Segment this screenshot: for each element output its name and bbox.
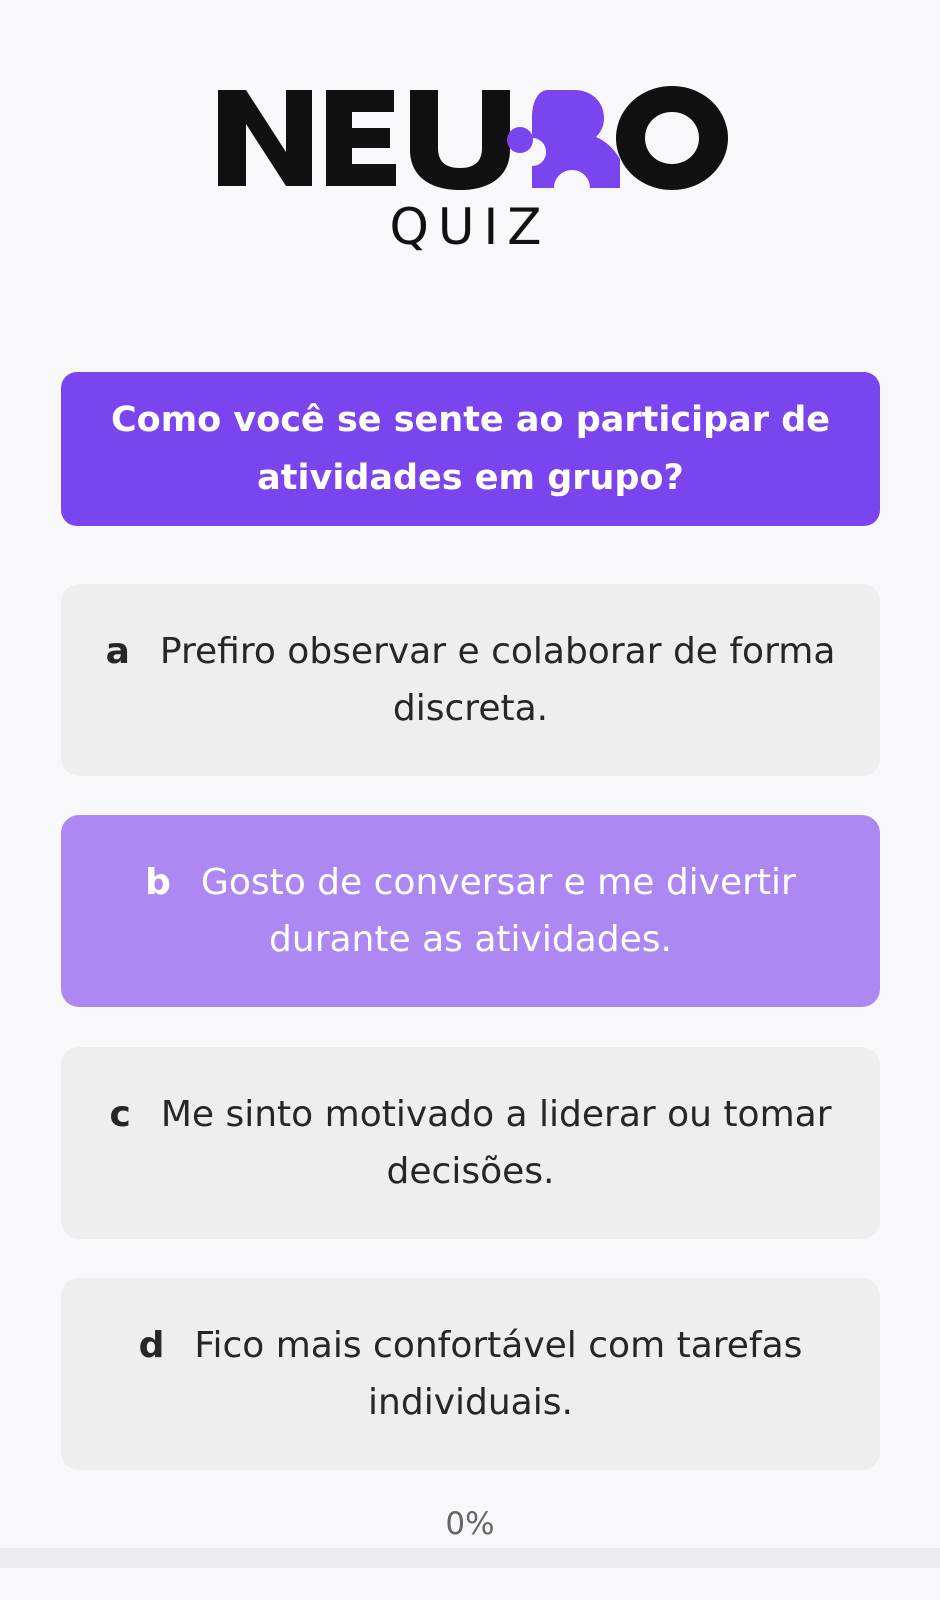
option-letter: c bbox=[109, 1094, 131, 1135]
logo-subtitle: QUIZ bbox=[389, 198, 551, 256]
option-text: Fico mais confortável com tarefas indivi… bbox=[194, 1325, 803, 1423]
option-a-button[interactable]: a Prefiro observar e colaborar de forma d… bbox=[61, 584, 880, 776]
option-letter: b bbox=[145, 862, 171, 903]
puzzle-piece-icon bbox=[507, 90, 620, 188]
option-c-button[interactable]: c Me sinto motivado a liderar ou tomar de… bbox=[61, 1047, 880, 1239]
logo-wordmark bbox=[218, 86, 728, 190]
progress-percentage: 0% bbox=[445, 1506, 495, 1542]
progress-bar bbox=[0, 1548, 940, 1568]
question-text: Como você se sente ao participar de ativ… bbox=[110, 400, 831, 498]
option-d-button[interactable]: d Fico mais confortável com tarefas indiv… bbox=[61, 1278, 880, 1470]
option-text: Gosto de conversar e me divertir durante… bbox=[200, 862, 796, 960]
logo: QUIZ bbox=[0, 70, 940, 260]
question-card: Como você se sente ao participar de ativ… bbox=[61, 372, 880, 526]
option-text: Prefiro observar e colaborar de forma di… bbox=[159, 631, 836, 729]
option-letter: a bbox=[105, 631, 130, 672]
option-b-button[interactable]: b Gosto de conversar e me divertir durant… bbox=[61, 815, 880, 1007]
option-letter: d bbox=[138, 1325, 165, 1366]
option-text: Me sinto motivado a liderar ou tomar dec… bbox=[160, 1094, 832, 1192]
